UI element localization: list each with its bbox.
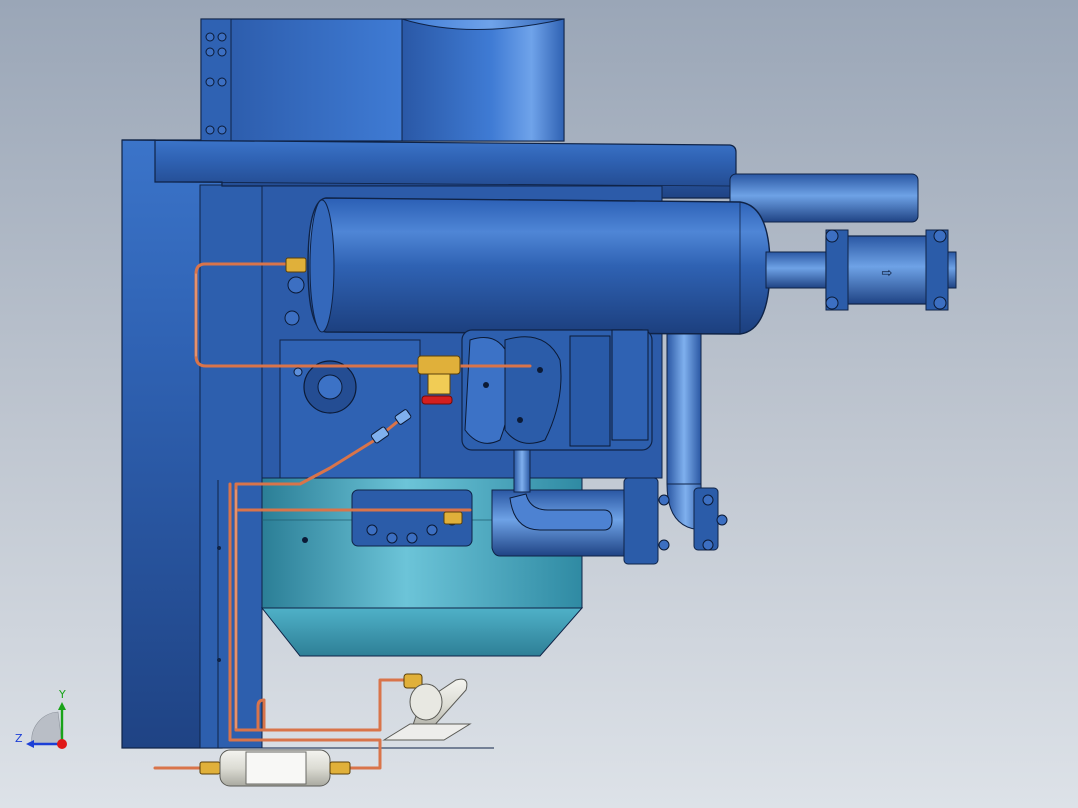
y-axis-label: Y — [58, 688, 66, 701]
compressor-unit-model[interactable]: ⇨ — [0, 0, 1078, 808]
inline-filter-valve[interactable]: ⇨ — [825, 229, 949, 311]
valve-handle-red[interactable] — [421, 395, 453, 405]
pressure-switch[interactable] — [403, 673, 468, 733]
filter-drier[interactable] — [199, 749, 351, 787]
oil-separator-tank[interactable] — [307, 197, 771, 335]
sight-glass-fitting[interactable] — [285, 257, 307, 273]
base-mount-bracket — [382, 723, 472, 741]
cad-3d-viewport[interactable]: ⇨ Y Z — [0, 0, 1078, 808]
vertical-return-pipe[interactable] — [658, 333, 728, 551]
compressor-head[interactable] — [461, 329, 653, 451]
top-hood-housing[interactable] — [200, 18, 565, 142]
flow-direction-arrow: ⇨ — [882, 266, 893, 281]
triad-plane-shading — [31, 711, 63, 745]
triad-origin — [57, 739, 67, 749]
z-axis-arrowhead — [26, 740, 34, 748]
orientation-triad: Y Z — [15, 688, 67, 749]
z-axis-label: Z — [15, 732, 23, 745]
y-axis-arrowhead — [58, 702, 66, 710]
